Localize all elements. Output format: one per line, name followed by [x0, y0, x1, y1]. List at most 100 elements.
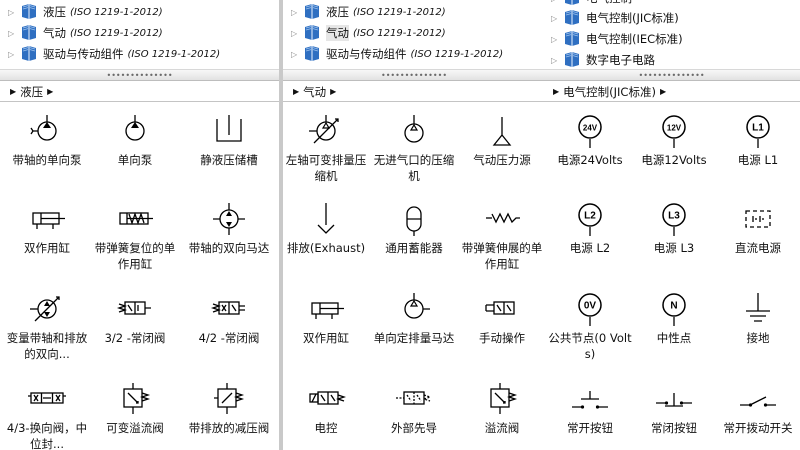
symbol-label: 双作用缸: [303, 331, 349, 345]
pump-shaft-icon: [4, 113, 90, 149]
tree-item[interactable]: ▷ 驱动与传动组件 (ISO 1219-1-2012): [8, 44, 220, 64]
tree-item[interactable]: ▷ 数字电子电路: [551, 50, 655, 69]
symbol-label: 排放(Exhaust): [286, 241, 366, 255]
symbol-item[interactable]: 通用蓄能器: [371, 201, 457, 256]
variable-motor-icon: [4, 291, 90, 327]
symbol-item[interactable]: L3 电源 L3: [631, 201, 717, 256]
relief-valve-icon: [459, 381, 545, 417]
breadcrumb-arrow-icon[interactable]: ▶: [553, 87, 559, 96]
symbol-item[interactable]: 12V 电源12Volts: [631, 113, 717, 168]
tree-item[interactable]: ▷ 电气控制(JIC标准): [551, 8, 679, 28]
ground-icon: [715, 291, 800, 327]
expand-triangle-icon[interactable]: ▷: [291, 29, 301, 38]
symbol-item[interactable]: 带弹簧伸展的单作用缸: [459, 201, 545, 272]
symbol-item[interactable]: 无进气口的压缩机: [371, 113, 457, 184]
breadcrumb-arrow-icon[interactable]: ▶: [10, 87, 16, 96]
symbol-item[interactable]: 双作用缸: [283, 291, 369, 346]
symbol-item[interactable]: 4/3-换向阀，中位封...: [4, 381, 90, 450]
expand-triangle-icon[interactable]: ▷: [551, 35, 561, 44]
book-icon: [563, 0, 586, 8]
book-icon: [303, 3, 326, 22]
splitter-handle[interactable]: ••••••••••••••: [283, 70, 545, 81]
symbol-label: 公共节点(0 Volts): [548, 331, 632, 361]
breadcrumb-arrow-icon[interactable]: ▶: [660, 87, 666, 96]
symbol-item[interactable]: 常开按钮: [547, 381, 633, 436]
expand-triangle-icon[interactable]: ▷: [291, 8, 301, 17]
symbol-grid: 24V 电源24Volts 12V 电源12Volts L1 电源 L1 L2 电源 L2 L3…: [543, 103, 800, 450]
expand-triangle-icon[interactable]: ▷: [551, 14, 561, 23]
tree-item[interactable]: ▷ 液压 (ISO 1219-1-2012): [8, 2, 163, 22]
symbol-item[interactable]: 接地: [715, 291, 800, 346]
symbol-item[interactable]: 带轴的双向马达: [186, 201, 272, 256]
tree-item[interactable]: ▷ 电气控制(IEC标准): [551, 29, 683, 49]
symbol-label: 电源 L1: [737, 153, 779, 167]
symbol-item[interactable]: 溢流阀: [459, 381, 545, 436]
hydraulic-panel: ▷ 液压 (ISO 1219-1-2012) ▷ 气动 (ISO 1219-1-2012)…: [0, 0, 279, 450]
symbol-item[interactable]: 0V 公共节点(0 Volts): [547, 291, 633, 362]
symbol-item[interactable]: 常闭按钮: [631, 381, 717, 436]
tree-item-label: 气动: [43, 26, 66, 40]
symbol-item[interactable]: 单向定排量马达: [371, 291, 457, 346]
tree-item[interactable]: ▷ 气动 (ISO 1219-1-2012): [291, 23, 446, 43]
breadcrumb-label[interactable]: 液压: [20, 84, 43, 100]
symbol-label: 常闭按钮: [651, 421, 697, 435]
symbol-item[interactable]: 直流电源: [715, 201, 800, 256]
grip-dots-icon: ••••••••••••••: [106, 70, 173, 80]
expand-triangle-icon[interactable]: ▷: [551, 56, 561, 65]
symbol-item[interactable]: 左轴可变排量压缩机: [283, 113, 369, 184]
breadcrumb: ▶ 气动 ▶: [283, 82, 545, 102]
symbol-item[interactable]: 单向泵: [92, 113, 178, 168]
symbol-item[interactable]: L2 电源 L2: [547, 201, 633, 256]
symbol-item[interactable]: 静液压储槽: [186, 113, 272, 168]
tree-item[interactable]: ▷ 驱动与传动组件 (ISO 1219-1-2012): [291, 44, 503, 64]
breadcrumb-label[interactable]: 气动: [303, 84, 326, 100]
breadcrumb-label[interactable]: 电气控制(JIC标准): [563, 84, 656, 100]
tree-item-label: 数字电子电路: [586, 53, 655, 67]
symbol-item[interactable]: L1 电源 L1: [715, 113, 800, 168]
expand-triangle-icon[interactable]: ▷: [551, 0, 561, 3]
symbol-item[interactable]: 变量带轴和排放的双向...: [4, 291, 90, 362]
symbol-item[interactable]: 24V 电源24Volts: [547, 113, 633, 168]
symbol-item[interactable]: 可变溢流阀: [92, 381, 178, 436]
symbol-item[interactable]: 电控: [283, 381, 369, 436]
tree-item[interactable]: ▷ 气动 (ISO 1219-1-2012): [8, 23, 163, 43]
expand-triangle-icon[interactable]: ▷: [8, 29, 18, 38]
symbol-label: 通用蓄能器: [385, 241, 443, 255]
splitter-handle[interactable]: ••••••••••••••: [543, 70, 800, 81]
pump-icon: [92, 113, 178, 149]
symbol-item[interactable]: 双作用缸: [4, 201, 90, 256]
standard-label: (ISO 1219-1-2012): [127, 48, 221, 60]
expand-triangle-icon[interactable]: ▷: [8, 50, 18, 59]
expand-triangle-icon[interactable]: ▷: [8, 8, 18, 17]
symbol-item[interactable]: 外部先导: [371, 381, 457, 436]
symbol-item[interactable]: 常开拨动开关: [715, 381, 800, 436]
source-12v-icon: 12V: [631, 113, 717, 149]
splitter-handle[interactable]: ••••••••••••••: [0, 70, 279, 81]
symbol-label: 单向定排量马达: [373, 331, 455, 345]
symbol-item[interactable]: 排放(Exhaust): [283, 201, 369, 256]
symbol-label: 气动压力源: [473, 153, 531, 167]
symbol-item[interactable]: 3/2 -常闭阀: [92, 291, 178, 346]
symbol-item[interactable]: 手动操作: [459, 291, 545, 346]
tree-item[interactable]: ▷ 电气控制: [551, 0, 632, 8]
symbol-label: 常开按钮: [567, 421, 613, 435]
pressure-source-icon: [459, 113, 545, 149]
symbol-item[interactable]: 带排放的减压阀: [186, 381, 272, 436]
tree-item[interactable]: ▷ 液压 (ISO 1219-1-2012): [291, 2, 446, 22]
symbol-item[interactable]: 4/2 -常闭阀: [186, 291, 272, 346]
relief-valve-icon: [92, 381, 178, 417]
breadcrumb-arrow-icon[interactable]: ▶: [293, 87, 299, 96]
breadcrumb-arrow-icon[interactable]: ▶: [47, 87, 53, 96]
svg-text:N: N: [670, 301, 677, 312]
tree-item-label: 电气控制(IEC标准): [586, 32, 683, 46]
symbol-item[interactable]: N 中性点: [631, 291, 717, 346]
breadcrumb-arrow-icon[interactable]: ▶: [330, 87, 336, 96]
symbol-item[interactable]: 带轴的单向泵: [4, 113, 90, 168]
symbol-item[interactable]: 带弹簧复位的单作用缸: [92, 201, 178, 272]
valve-43-icon: [4, 381, 90, 417]
expand-triangle-icon[interactable]: ▷: [291, 50, 301, 59]
svg-text:24V: 24V: [583, 124, 598, 133]
double-cylinder-icon: [4, 201, 90, 237]
symbol-item[interactable]: 气动压力源: [459, 113, 545, 168]
book-icon: [303, 45, 326, 64]
